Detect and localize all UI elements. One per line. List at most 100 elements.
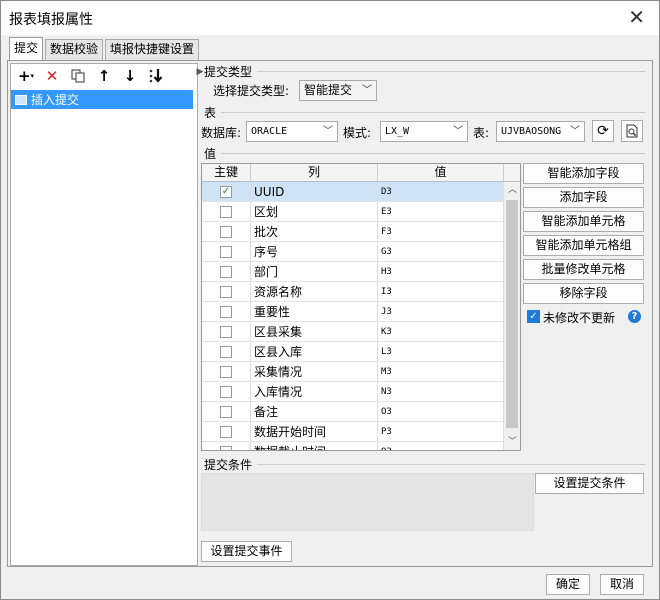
column-name-cell[interactable]: UUID: [251, 182, 378, 201]
chevron-up-icon[interactable]: ︿: [504, 182, 520, 198]
value-cell[interactable]: K3: [378, 322, 504, 341]
tab-data-validation[interactable]: 数据校验: [45, 39, 104, 60]
primary-key-checkbox[interactable]: [220, 265, 232, 278]
primary-key-checkbox[interactable]: [220, 425, 232, 438]
primary-key-checkbox[interactable]: [220, 365, 232, 378]
table-row[interactable]: 批次 F3: [202, 222, 520, 242]
table-row[interactable]: 重要性 J3: [202, 302, 520, 322]
table-row[interactable]: 序号 G3: [202, 242, 520, 262]
table-row[interactable]: 备注 O3: [202, 402, 520, 422]
smart-add-cell-group-button[interactable]: 智能添加单元格组: [523, 235, 644, 256]
value-cell[interactable]: P3: [378, 422, 504, 441]
primary-key-checkbox[interactable]: [220, 245, 232, 258]
column-name-cell[interactable]: 区县入库: [251, 342, 378, 361]
key-cell: [202, 262, 251, 281]
cancel-button[interactable]: 取消: [600, 574, 644, 595]
close-icon[interactable]: ✕: [628, 5, 645, 29]
help-icon[interactable]: ?: [628, 310, 641, 323]
table-select[interactable]: UJVBAOSONG ﹀: [496, 121, 585, 142]
primary-key-checkbox[interactable]: [220, 225, 232, 238]
value-cell[interactable]: O3: [378, 402, 504, 421]
primary-key-checkbox[interactable]: [220, 325, 232, 338]
column-name-cell[interactable]: 批次: [251, 222, 378, 241]
submit-type-select[interactable]: 智能提交 ﹀: [299, 80, 377, 101]
primary-key-checkbox[interactable]: ✓: [220, 185, 232, 198]
table-row[interactable]: 资源名称 I3: [202, 282, 520, 302]
table-row[interactable]: 数据开始时间 P3: [202, 422, 520, 442]
primary-key-checkbox[interactable]: [220, 405, 232, 418]
copy-icon[interactable]: [67, 66, 89, 86]
submit-type-section-label: 提交类型: [204, 65, 253, 79]
column-name-cell[interactable]: 重要性: [251, 302, 378, 321]
move-down-icon[interactable]: ↓: [119, 66, 141, 86]
primary-key-checkbox[interactable]: [220, 205, 232, 218]
primary-key-checkbox[interactable]: [220, 445, 232, 450]
column-name-cell[interactable]: 数据截止时间: [251, 442, 378, 450]
value-cell[interactable]: G3: [378, 242, 504, 261]
table-row[interactable]: 入库情况 N3: [202, 382, 520, 402]
table-row[interactable]: 区县入库 L3: [202, 342, 520, 362]
column-name-cell[interactable]: 序号: [251, 242, 378, 261]
vertical-scrollbar[interactable]: ︿ ﹀: [503, 182, 520, 450]
key-cell: [202, 202, 251, 221]
tab-shortcut-settings[interactable]: 填报快捷键设置: [105, 39, 200, 60]
add-icon[interactable]: + ▾: [15, 66, 37, 86]
column-name-cell[interactable]: 备注: [251, 402, 378, 421]
value-cell[interactable]: L3: [378, 342, 504, 361]
set-submit-event-button[interactable]: 设置提交事件: [201, 541, 292, 562]
primary-key-checkbox[interactable]: [220, 305, 232, 318]
add-field-button[interactable]: 添加字段: [523, 187, 644, 208]
delete-icon[interactable]: ✕: [41, 66, 63, 86]
preview-icon[interactable]: [621, 120, 643, 142]
list-toolbar: + ▾ ✕ ↑ ↓: [11, 64, 197, 88]
database-select[interactable]: ORACLE ﹀: [246, 121, 338, 142]
chevron-down-icon[interactable]: ﹀: [504, 434, 520, 450]
column-header-key[interactable]: 主键: [202, 164, 251, 181]
table-row[interactable]: 区县采集 K3: [202, 322, 520, 342]
value-cell[interactable]: I3: [378, 282, 504, 301]
column-name-cell[interactable]: 区县采集: [251, 322, 378, 341]
sort-icon[interactable]: [145, 66, 167, 86]
value-cell[interactable]: D3: [378, 182, 504, 201]
primary-key-checkbox[interactable]: [220, 385, 232, 398]
column-name-cell[interactable]: 入库情况: [251, 382, 378, 401]
divider: [221, 153, 645, 154]
value-cell[interactable]: F3: [378, 222, 504, 241]
value-cell[interactable]: Q3: [378, 442, 504, 450]
column-header-value[interactable]: 值: [378, 164, 504, 181]
key-cell: [202, 402, 251, 421]
scrollbar-thumb[interactable]: [506, 200, 518, 428]
list-item[interactable]: 插入提交: [11, 90, 193, 109]
refresh-icon[interactable]: ⟳: [592, 120, 614, 142]
move-up-icon[interactable]: ↑: [93, 66, 115, 86]
key-cell: [202, 222, 251, 241]
smart-add-cell-button[interactable]: 智能添加单元格: [523, 211, 644, 232]
primary-key-checkbox[interactable]: [220, 285, 232, 298]
schema-select[interactable]: LX_W ﹀: [380, 121, 468, 142]
column-name-cell[interactable]: 区划: [251, 202, 378, 221]
value-cell[interactable]: N3: [378, 382, 504, 401]
table-row[interactable]: 数据截止时间Q3: [202, 442, 520, 450]
no-update-unmodified-checkbox[interactable]: ✓: [527, 310, 540, 323]
value-cell[interactable]: E3: [378, 202, 504, 221]
table-row[interactable]: ✓ UUID D3: [202, 182, 520, 202]
table-row[interactable]: 部门 H3: [202, 262, 520, 282]
tab-submit[interactable]: 提交: [9, 37, 44, 60]
column-name-cell[interactable]: 采集情况: [251, 362, 378, 381]
column-name-cell[interactable]: 资源名称: [251, 282, 378, 301]
set-condition-button[interactable]: 设置提交条件: [535, 473, 644, 494]
ok-button[interactable]: 确定: [546, 574, 590, 595]
column-name-cell[interactable]: 数据开始时间: [251, 422, 378, 441]
table-row[interactable]: 区划 E3: [202, 202, 520, 222]
table-row[interactable]: 采集情况 M3: [202, 362, 520, 382]
batch-modify-cells-button[interactable]: 批量修改单元格: [523, 259, 644, 280]
value-cell[interactable]: M3: [378, 362, 504, 381]
tab-bar: 提交 数据校验 填报快捷键设置: [9, 37, 201, 60]
primary-key-checkbox[interactable]: [220, 345, 232, 358]
value-cell[interactable]: J3: [378, 302, 504, 321]
value-cell[interactable]: H3: [378, 262, 504, 281]
remove-field-button[interactable]: 移除字段: [523, 283, 644, 304]
smart-add-field-button[interactable]: 智能添加字段: [523, 163, 644, 184]
column-header-column[interactable]: 列: [251, 164, 378, 181]
column-name-cell[interactable]: 部门: [251, 262, 378, 281]
